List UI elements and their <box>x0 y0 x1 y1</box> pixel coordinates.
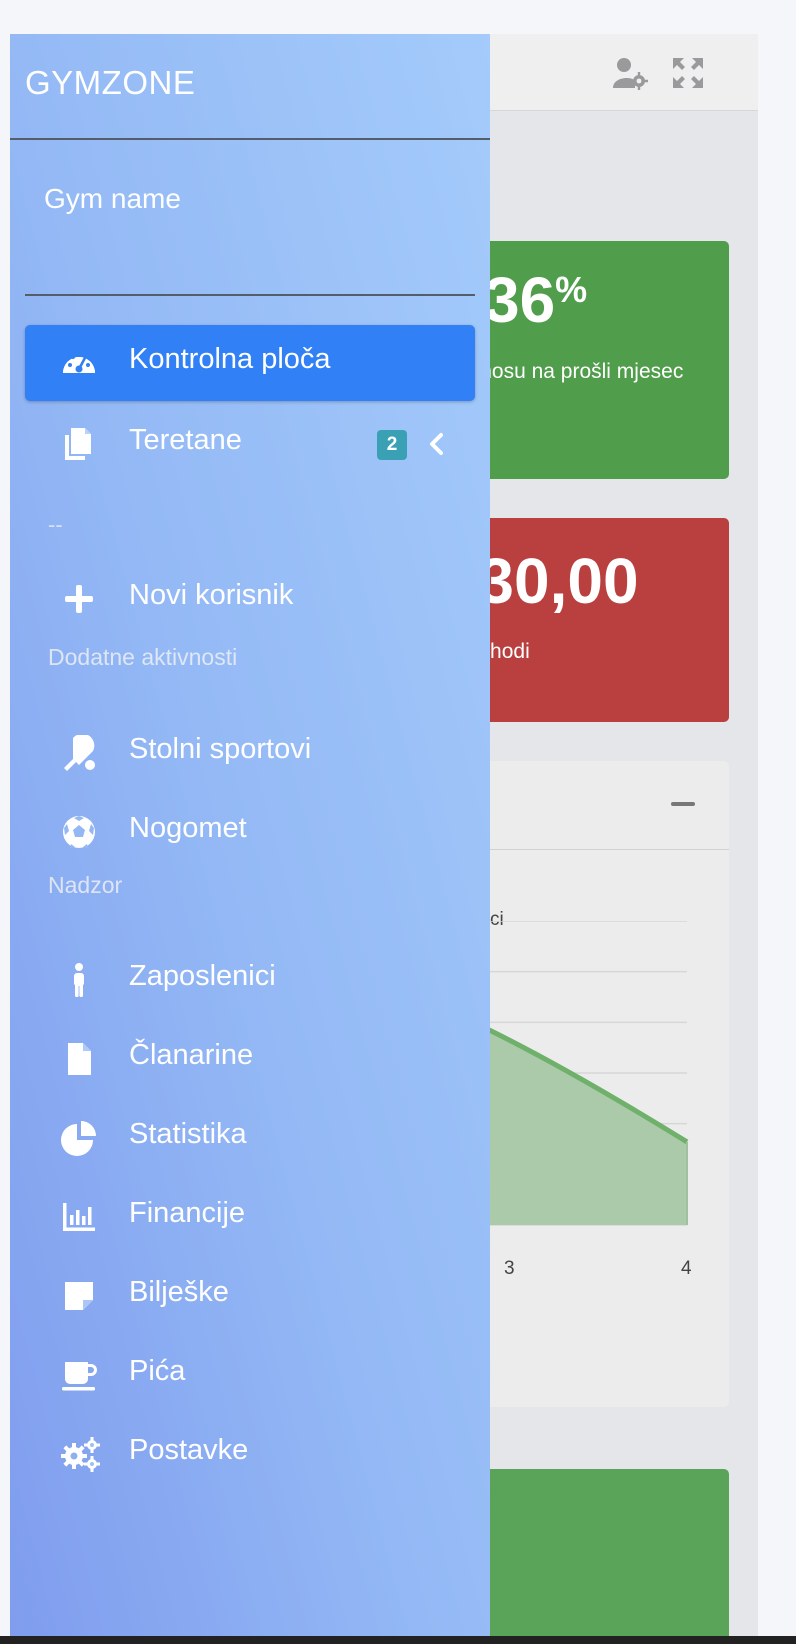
bar-chart-icon <box>63 1203 95 1231</box>
sticky-note-icon <box>65 1282 93 1310</box>
copy-icon <box>65 428 91 460</box>
nav-label: Zaposlenici <box>129 960 276 992</box>
cogs-icon <box>61 1437 100 1472</box>
nav-item-new-user[interactable]: Novi korisnik <box>25 561 475 637</box>
coffee-icon <box>62 1362 97 1391</box>
dashboard-icon <box>63 352 95 373</box>
nav-section-header: Nadzor <box>48 872 123 898</box>
nav-label: Statistika <box>129 1118 247 1150</box>
nav-label: Stolni sportovi <box>129 733 312 765</box>
nav-item-finances[interactable]: Financije <box>25 1179 475 1255</box>
x-tick-label: 3 <box>504 1258 515 1279</box>
nav-item-dashboard[interactable]: Kontrolna ploča <box>25 325 475 401</box>
brand-logo[interactable]: GYMZONE <box>25 64 195 102</box>
collapse-button[interactable] <box>671 802 695 806</box>
nav-item-memberships[interactable]: Članarine <box>25 1021 475 1097</box>
chevron-left-icon[interactable] <box>425 431 447 457</box>
divider <box>25 294 475 296</box>
file-icon <box>68 1043 91 1075</box>
nav-item-employees[interactable]: Zaposlenici <box>25 942 475 1018</box>
football-icon <box>63 816 95 848</box>
nav-item-settings[interactable]: Postavke <box>25 1416 475 1492</box>
nav-item-statistics[interactable]: Statistika <box>25 1100 475 1176</box>
user-settings-icon[interactable] <box>612 56 648 90</box>
nav-label: Postavke <box>129 1434 249 1466</box>
nav-label: Članarine <box>129 1039 254 1071</box>
nav-label: Bilješke <box>129 1276 229 1308</box>
pie-chart-icon <box>61 1121 96 1156</box>
user-name[interactable]: Gym name <box>44 183 181 215</box>
divider <box>10 138 490 140</box>
nav-label: Novi korisnik <box>129 579 294 611</box>
nav-item-football[interactable]: Nogomet <box>25 794 475 870</box>
nav-label: Financije <box>129 1197 246 1229</box>
nav-item-notes[interactable]: Bilješke <box>25 1258 475 1334</box>
x-tick-label: 4 <box>681 1258 692 1279</box>
nav-label: Nogomet <box>129 812 247 844</box>
nav-label: Teretane <box>129 424 242 456</box>
sidebar: GYMZONE Gym name Kontrolna ploča Teretan… <box>10 34 490 1644</box>
nav-label: Pića <box>129 1355 186 1387</box>
nav-label: Kontrolna ploča <box>129 343 331 375</box>
male-icon <box>74 963 84 997</box>
count-badge: 2 <box>377 430 407 460</box>
nav-item-gyms[interactable]: Teretane 2 <box>25 406 475 482</box>
plus-icon <box>65 585 93 613</box>
nav-item-drinks[interactable]: Pića <box>25 1337 475 1413</box>
nav-section-header: Dodatne aktivnosti <box>48 644 238 670</box>
window-bottom-edge <box>0 1636 796 1644</box>
nav-item-table-sports[interactable]: Stolni sportovi <box>25 715 475 791</box>
menu-separator: -- <box>48 512 63 537</box>
expand-icon[interactable] <box>670 56 706 90</box>
table-tennis-icon <box>64 735 95 771</box>
